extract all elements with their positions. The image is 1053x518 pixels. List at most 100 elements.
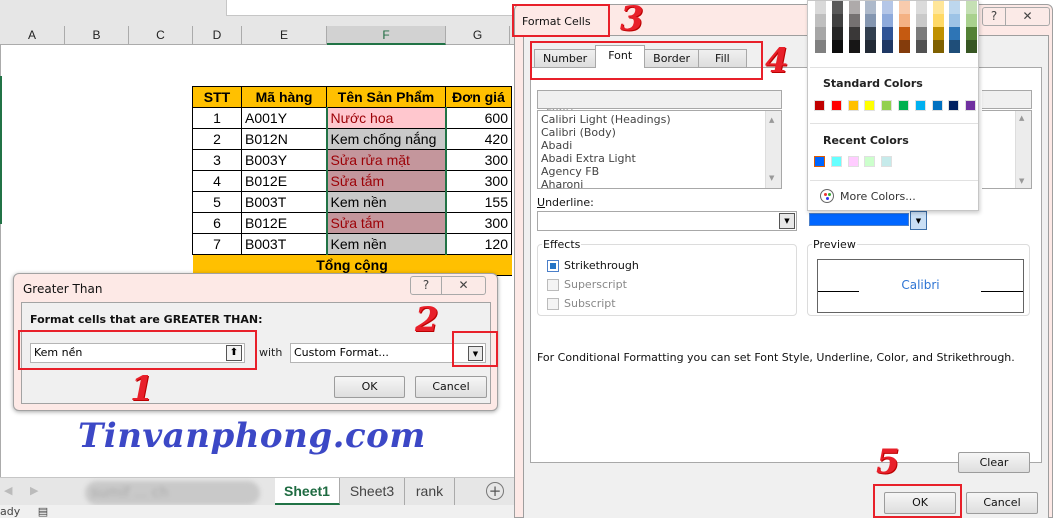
scroll-left-icon[interactable]: ◀ bbox=[4, 484, 12, 497]
scroll-up-icon[interactable]: ▲ bbox=[1019, 114, 1024, 122]
column-header-f[interactable]: F bbox=[327, 26, 446, 45]
standard-color-swatch[interactable] bbox=[931, 100, 943, 111]
cell-ma-hang[interactable]: B003Y bbox=[241, 149, 327, 171]
theme-color-swatch[interactable] bbox=[915, 1, 927, 14]
theme-color-swatch[interactable] bbox=[831, 14, 843, 27]
cell-don-gia[interactable]: 420 bbox=[445, 128, 512, 150]
close-button[interactable]: ✕ bbox=[442, 276, 486, 295]
cell-ten-san-pham[interactable]: Sửa tắm bbox=[325, 170, 447, 192]
cell-ma-hang[interactable]: B012E bbox=[241, 170, 327, 192]
column-header-d[interactable]: D bbox=[193, 26, 242, 45]
theme-color-swatch[interactable] bbox=[815, 1, 826, 14]
cell-stt[interactable]: 2 bbox=[192, 128, 242, 150]
cell-don-gia[interactable]: 300 bbox=[445, 149, 512, 171]
help-button[interactable]: ? bbox=[982, 7, 1006, 26]
font-option[interactable]: Abadi Extra Light bbox=[541, 152, 778, 165]
help-button[interactable]: ? bbox=[410, 276, 442, 295]
theme-color-swatch[interactable] bbox=[865, 27, 877, 40]
font-option[interactable]: Agency FB bbox=[541, 165, 778, 178]
theme-color-swatch[interactable] bbox=[949, 27, 961, 40]
clear-button[interactable]: Clear bbox=[958, 452, 1030, 473]
theme-color-swatch[interactable] bbox=[815, 14, 826, 27]
column-header-a[interactable]: A bbox=[0, 26, 65, 45]
theme-color-swatch[interactable] bbox=[815, 27, 826, 40]
theme-color-swatch[interactable] bbox=[949, 40, 961, 53]
standard-color-swatch[interactable] bbox=[948, 100, 960, 111]
recent-color-swatch[interactable] bbox=[881, 156, 893, 167]
cell-stt[interactable]: 3 bbox=[192, 149, 242, 171]
superscript-checkbox[interactable] bbox=[547, 279, 559, 291]
theme-color-swatch[interactable] bbox=[848, 1, 860, 14]
theme-color-swatch[interactable] bbox=[882, 27, 894, 40]
ok-button[interactable]: OK bbox=[334, 376, 405, 398]
font-option[interactable]: Calibri (Body) bbox=[541, 126, 778, 139]
standard-color-swatch[interactable] bbox=[814, 100, 825, 111]
header-don-gia[interactable]: Đơn giá bbox=[445, 86, 512, 108]
cell-stt[interactable]: 7 bbox=[192, 233, 242, 255]
color-picker[interactable]: ▼ bbox=[809, 211, 927, 231]
cell-ten-san-pham[interactable]: Nước hoa bbox=[325, 107, 447, 129]
more-colors-button[interactable]: More Colors... bbox=[820, 189, 916, 203]
cell-stt[interactable]: 6 bbox=[192, 212, 242, 234]
font-name-input[interactable] bbox=[537, 90, 782, 109]
theme-color-swatch[interactable] bbox=[966, 40, 978, 53]
cell-stt[interactable]: 4 bbox=[192, 170, 242, 192]
chevron-down-icon[interactable]: ▼ bbox=[779, 213, 795, 229]
theme-color-swatch[interactable] bbox=[882, 40, 894, 53]
scroll-up-icon[interactable]: ▲ bbox=[769, 114, 774, 127]
theme-color-swatch[interactable] bbox=[966, 14, 978, 27]
column-header-b[interactable]: B bbox=[65, 26, 129, 45]
standard-color-swatch[interactable] bbox=[965, 100, 977, 111]
recent-color-swatch[interactable] bbox=[864, 156, 876, 167]
sheet-tab-sheet3[interactable]: Sheet3 bbox=[340, 478, 405, 505]
macro-record-icon[interactable]: ▤ bbox=[38, 505, 48, 518]
theme-color-swatch[interactable] bbox=[899, 40, 910, 53]
cell-ma-hang[interactable]: B003T bbox=[241, 191, 327, 213]
size-input[interactable] bbox=[982, 90, 1032, 109]
theme-color-swatch[interactable] bbox=[882, 14, 894, 27]
scroll-down-icon[interactable]: ▼ bbox=[769, 172, 774, 185]
theme-color-swatch[interactable] bbox=[831, 1, 843, 14]
cell-don-gia[interactable]: 155 bbox=[445, 191, 512, 213]
font-list-scrollbar[interactable]: ▲ ▼ bbox=[765, 111, 781, 188]
formula-bar[interactable] bbox=[226, 0, 515, 16]
cell-don-gia[interactable]: 120 bbox=[445, 233, 512, 255]
cancel-button[interactable]: Cancel bbox=[415, 376, 487, 398]
theme-color-swatch[interactable] bbox=[815, 40, 826, 53]
header-stt[interactable]: STT bbox=[192, 86, 242, 108]
recent-color-swatch[interactable] bbox=[830, 156, 842, 167]
sheet-tab-sheet1[interactable]: Sheet1 bbox=[275, 478, 340, 505]
theme-color-swatch[interactable] bbox=[915, 14, 927, 27]
theme-color-swatch[interactable] bbox=[865, 14, 877, 27]
cell-ten-san-pham[interactable]: Kem nền bbox=[325, 191, 447, 213]
chevron-down-icon[interactable]: ▼ bbox=[910, 211, 927, 230]
theme-color-swatch[interactable] bbox=[882, 1, 894, 14]
theme-color-swatch[interactable] bbox=[899, 27, 910, 40]
theme-color-swatch[interactable] bbox=[949, 1, 961, 14]
font-option[interactable]: Abadi bbox=[541, 139, 778, 152]
theme-color-swatch[interactable] bbox=[848, 27, 860, 40]
column-header-c[interactable]: C bbox=[129, 26, 193, 45]
theme-color-swatch[interactable] bbox=[899, 1, 910, 14]
header-ma-hang[interactable]: Mã hàng bbox=[241, 86, 327, 108]
recent-color-swatch[interactable] bbox=[847, 156, 859, 167]
cell-ma-hang[interactable]: A001Y bbox=[241, 107, 327, 129]
header-ten-san-pham[interactable]: Tên Sản Phẩm bbox=[326, 86, 446, 108]
font-list[interactable]: Calibri Light (Headings) Calibri (Body) … bbox=[537, 110, 782, 191]
theme-color-swatch[interactable] bbox=[831, 27, 843, 40]
cell-don-gia[interactable]: 300 bbox=[445, 170, 512, 192]
cancel-button[interactable]: Cancel bbox=[966, 492, 1038, 514]
cell-stt[interactable]: 1 bbox=[192, 107, 242, 129]
theme-color-swatch[interactable] bbox=[865, 1, 877, 14]
theme-color-swatch[interactable] bbox=[899, 14, 910, 27]
size-list[interactable]: ▲ ▼ bbox=[982, 110, 1032, 189]
selected-color-swatch[interactable] bbox=[809, 213, 909, 226]
recent-color-swatch[interactable] bbox=[813, 155, 826, 168]
standard-color-swatch[interactable] bbox=[847, 100, 859, 111]
theme-color-swatch[interactable] bbox=[915, 27, 927, 40]
theme-color-swatch[interactable] bbox=[831, 40, 843, 53]
close-button[interactable]: ✕ bbox=[1006, 7, 1050, 26]
column-header-e[interactable]: E bbox=[242, 26, 327, 45]
cell-don-gia[interactable]: 300 bbox=[445, 212, 512, 234]
theme-color-swatch[interactable] bbox=[932, 1, 944, 14]
